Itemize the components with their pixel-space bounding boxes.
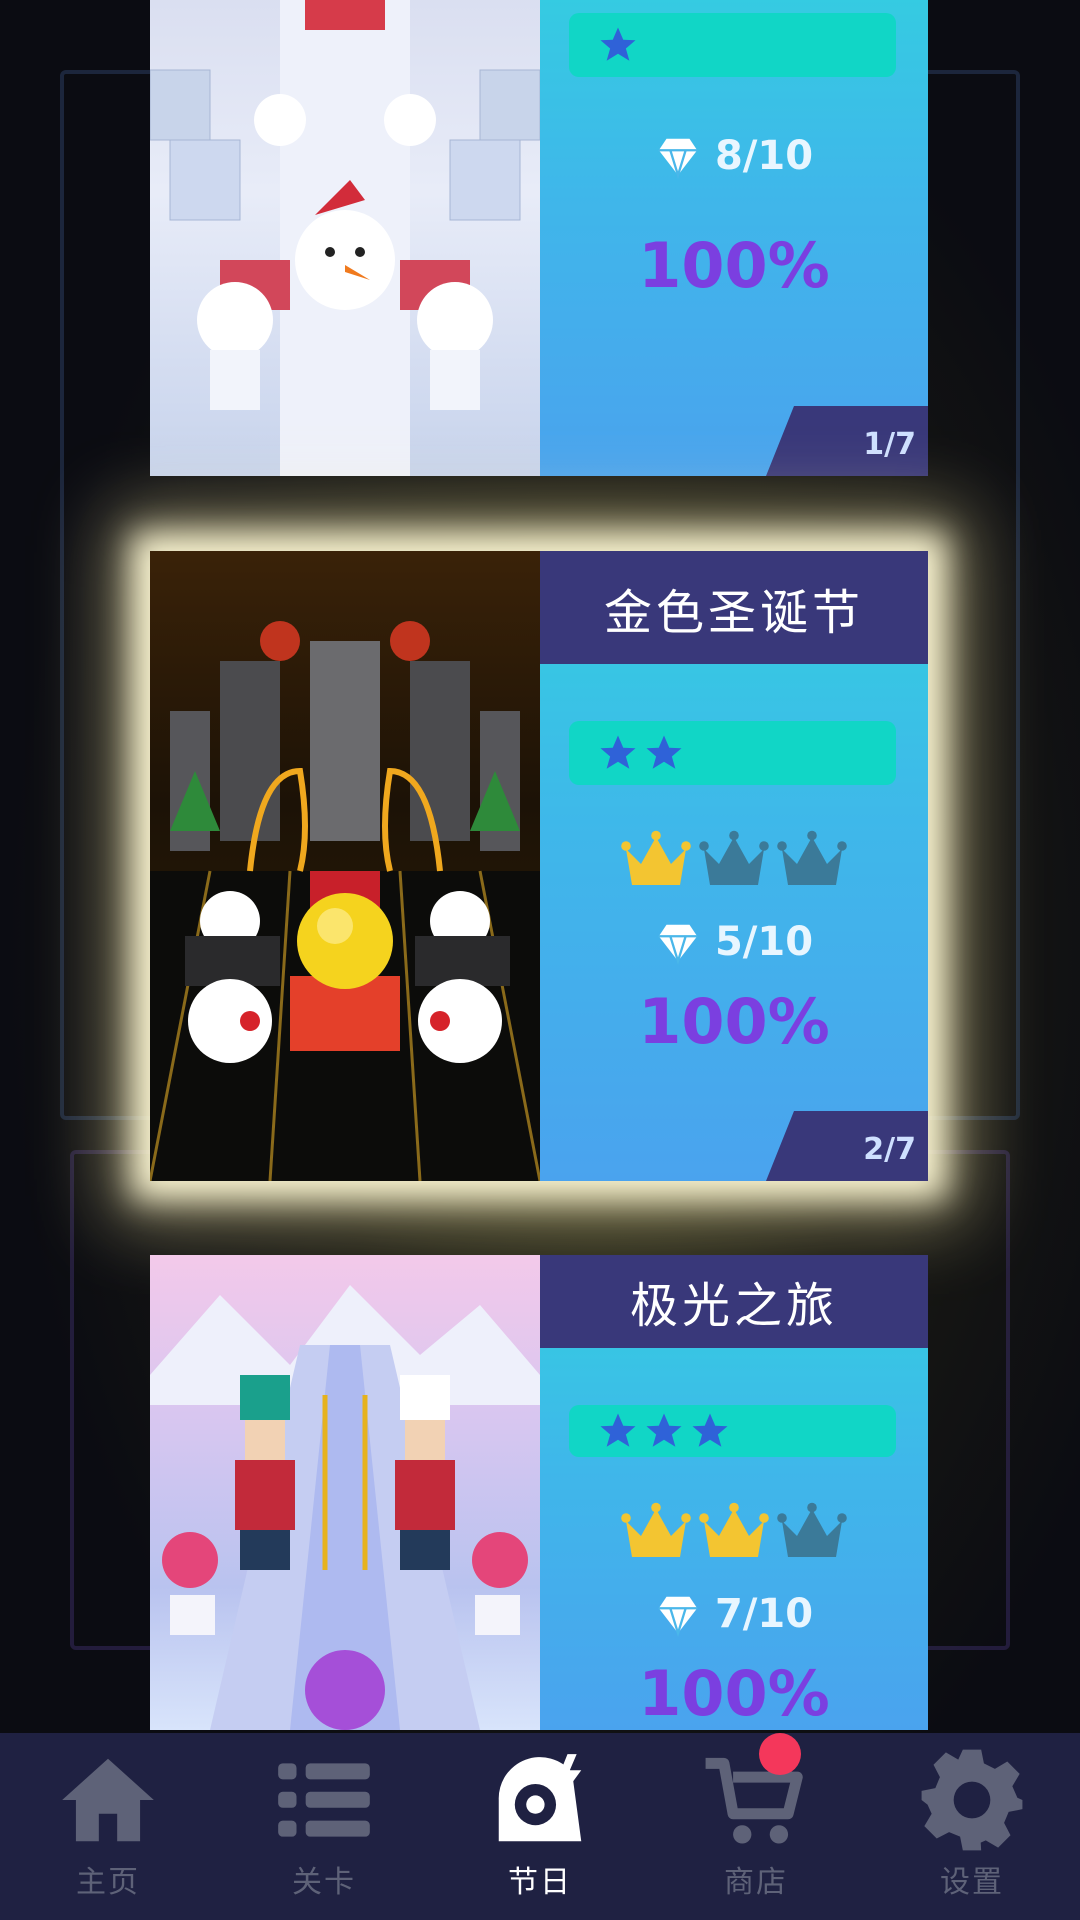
level-card-1[interactable]: 8/10 100% 1/7 — [150, 0, 928, 476]
nav-home-label: 主页 — [76, 1865, 140, 1900]
music-disc-icon — [498, 1754, 582, 1842]
level-thumbnail-aurora — [150, 1255, 540, 1730]
level-title: 金色圣诞节 — [540, 551, 928, 664]
gem-count: 5/10 — [540, 919, 928, 965]
nav-settings-label: 设置 — [940, 1865, 1004, 1900]
nav-holiday-label: 节日 — [508, 1865, 572, 1900]
nav-settings[interactable]: 设置 — [864, 1733, 1080, 1920]
nav-holiday[interactable]: 节日 — [432, 1733, 648, 1920]
page-indicator-text: 2/7 — [863, 1132, 916, 1167]
star-icon — [646, 1413, 682, 1447]
star-icon — [600, 1413, 636, 1447]
nav-levels[interactable]: 关卡 — [216, 1733, 432, 1920]
nav-home[interactable]: 主页 — [0, 1733, 216, 1920]
crown-icon — [777, 1502, 847, 1557]
crown-icon — [621, 1502, 691, 1557]
star-icon — [692, 1413, 728, 1447]
level-info-panel: 极光之旅 7/10 100% — [540, 1255, 928, 1730]
level-info-panel: 8/10 100% 1/7 — [540, 0, 928, 476]
level-title: 极光之旅 — [540, 1255, 928, 1348]
crown-rating — [540, 825, 928, 897]
gem-count-text: 7/10 — [714, 1591, 814, 1637]
home-icon — [62, 1758, 154, 1842]
difficulty-stars-bar — [569, 13, 896, 77]
crown-icon — [699, 830, 769, 885]
gem-count-text: 5/10 — [714, 919, 814, 965]
gem-count: 8/10 — [540, 133, 928, 179]
crown-icon — [699, 1502, 769, 1557]
list-icon — [278, 1763, 370, 1837]
level-card-3[interactable]: 极光之旅 7/10 100% — [150, 1255, 928, 1730]
completion-percent: 100% — [638, 985, 830, 1058]
crown-icon — [621, 830, 691, 885]
gem-count: 7/10 — [540, 1591, 928, 1637]
level-thumbnail-snowman — [150, 0, 540, 476]
nav-shop[interactable]: 商店 — [648, 1733, 864, 1920]
crown-rating — [540, 1497, 928, 1569]
star-icon — [646, 735, 682, 769]
completion-percent: 100% — [638, 1657, 830, 1730]
difficulty-stars-bar — [569, 721, 896, 785]
level-info-panel: 金色圣诞节 5/10 100% 2/7 — [540, 551, 928, 1181]
nav-levels-label: 关卡 — [292, 1865, 356, 1900]
page-indicator-text: 1/7 — [863, 427, 916, 462]
page-indicator: 2/7 — [766, 1111, 928, 1181]
gear-icon — [921, 1749, 1023, 1851]
completion-percent: 100% — [638, 229, 830, 302]
page-indicator: 1/7 — [766, 406, 928, 476]
star-icon — [600, 735, 636, 769]
bottom-nav: 主页 关卡 节日 商店 设置 — [0, 1733, 1080, 1920]
notification-badge — [759, 1733, 801, 1775]
holiday-levels-screen: 8/10 100% 1/7 金色圣诞节 5/10 100% 2/7 极光之旅 7… — [0, 0, 1080, 1920]
level-card-2[interactable]: 金色圣诞节 5/10 100% 2/7 — [150, 551, 928, 1181]
diamond-icon — [658, 138, 698, 179]
nav-shop-label: 商店 — [724, 1865, 788, 1900]
difficulty-stars-bar — [569, 1404, 896, 1457]
gem-count-text: 8/10 — [714, 133, 814, 179]
star-icon — [600, 27, 636, 61]
diamond-icon — [658, 1596, 698, 1637]
diamond-icon — [658, 924, 698, 965]
level-thumbnail-golden-christmas — [150, 551, 540, 1181]
crown-icon — [777, 830, 847, 885]
